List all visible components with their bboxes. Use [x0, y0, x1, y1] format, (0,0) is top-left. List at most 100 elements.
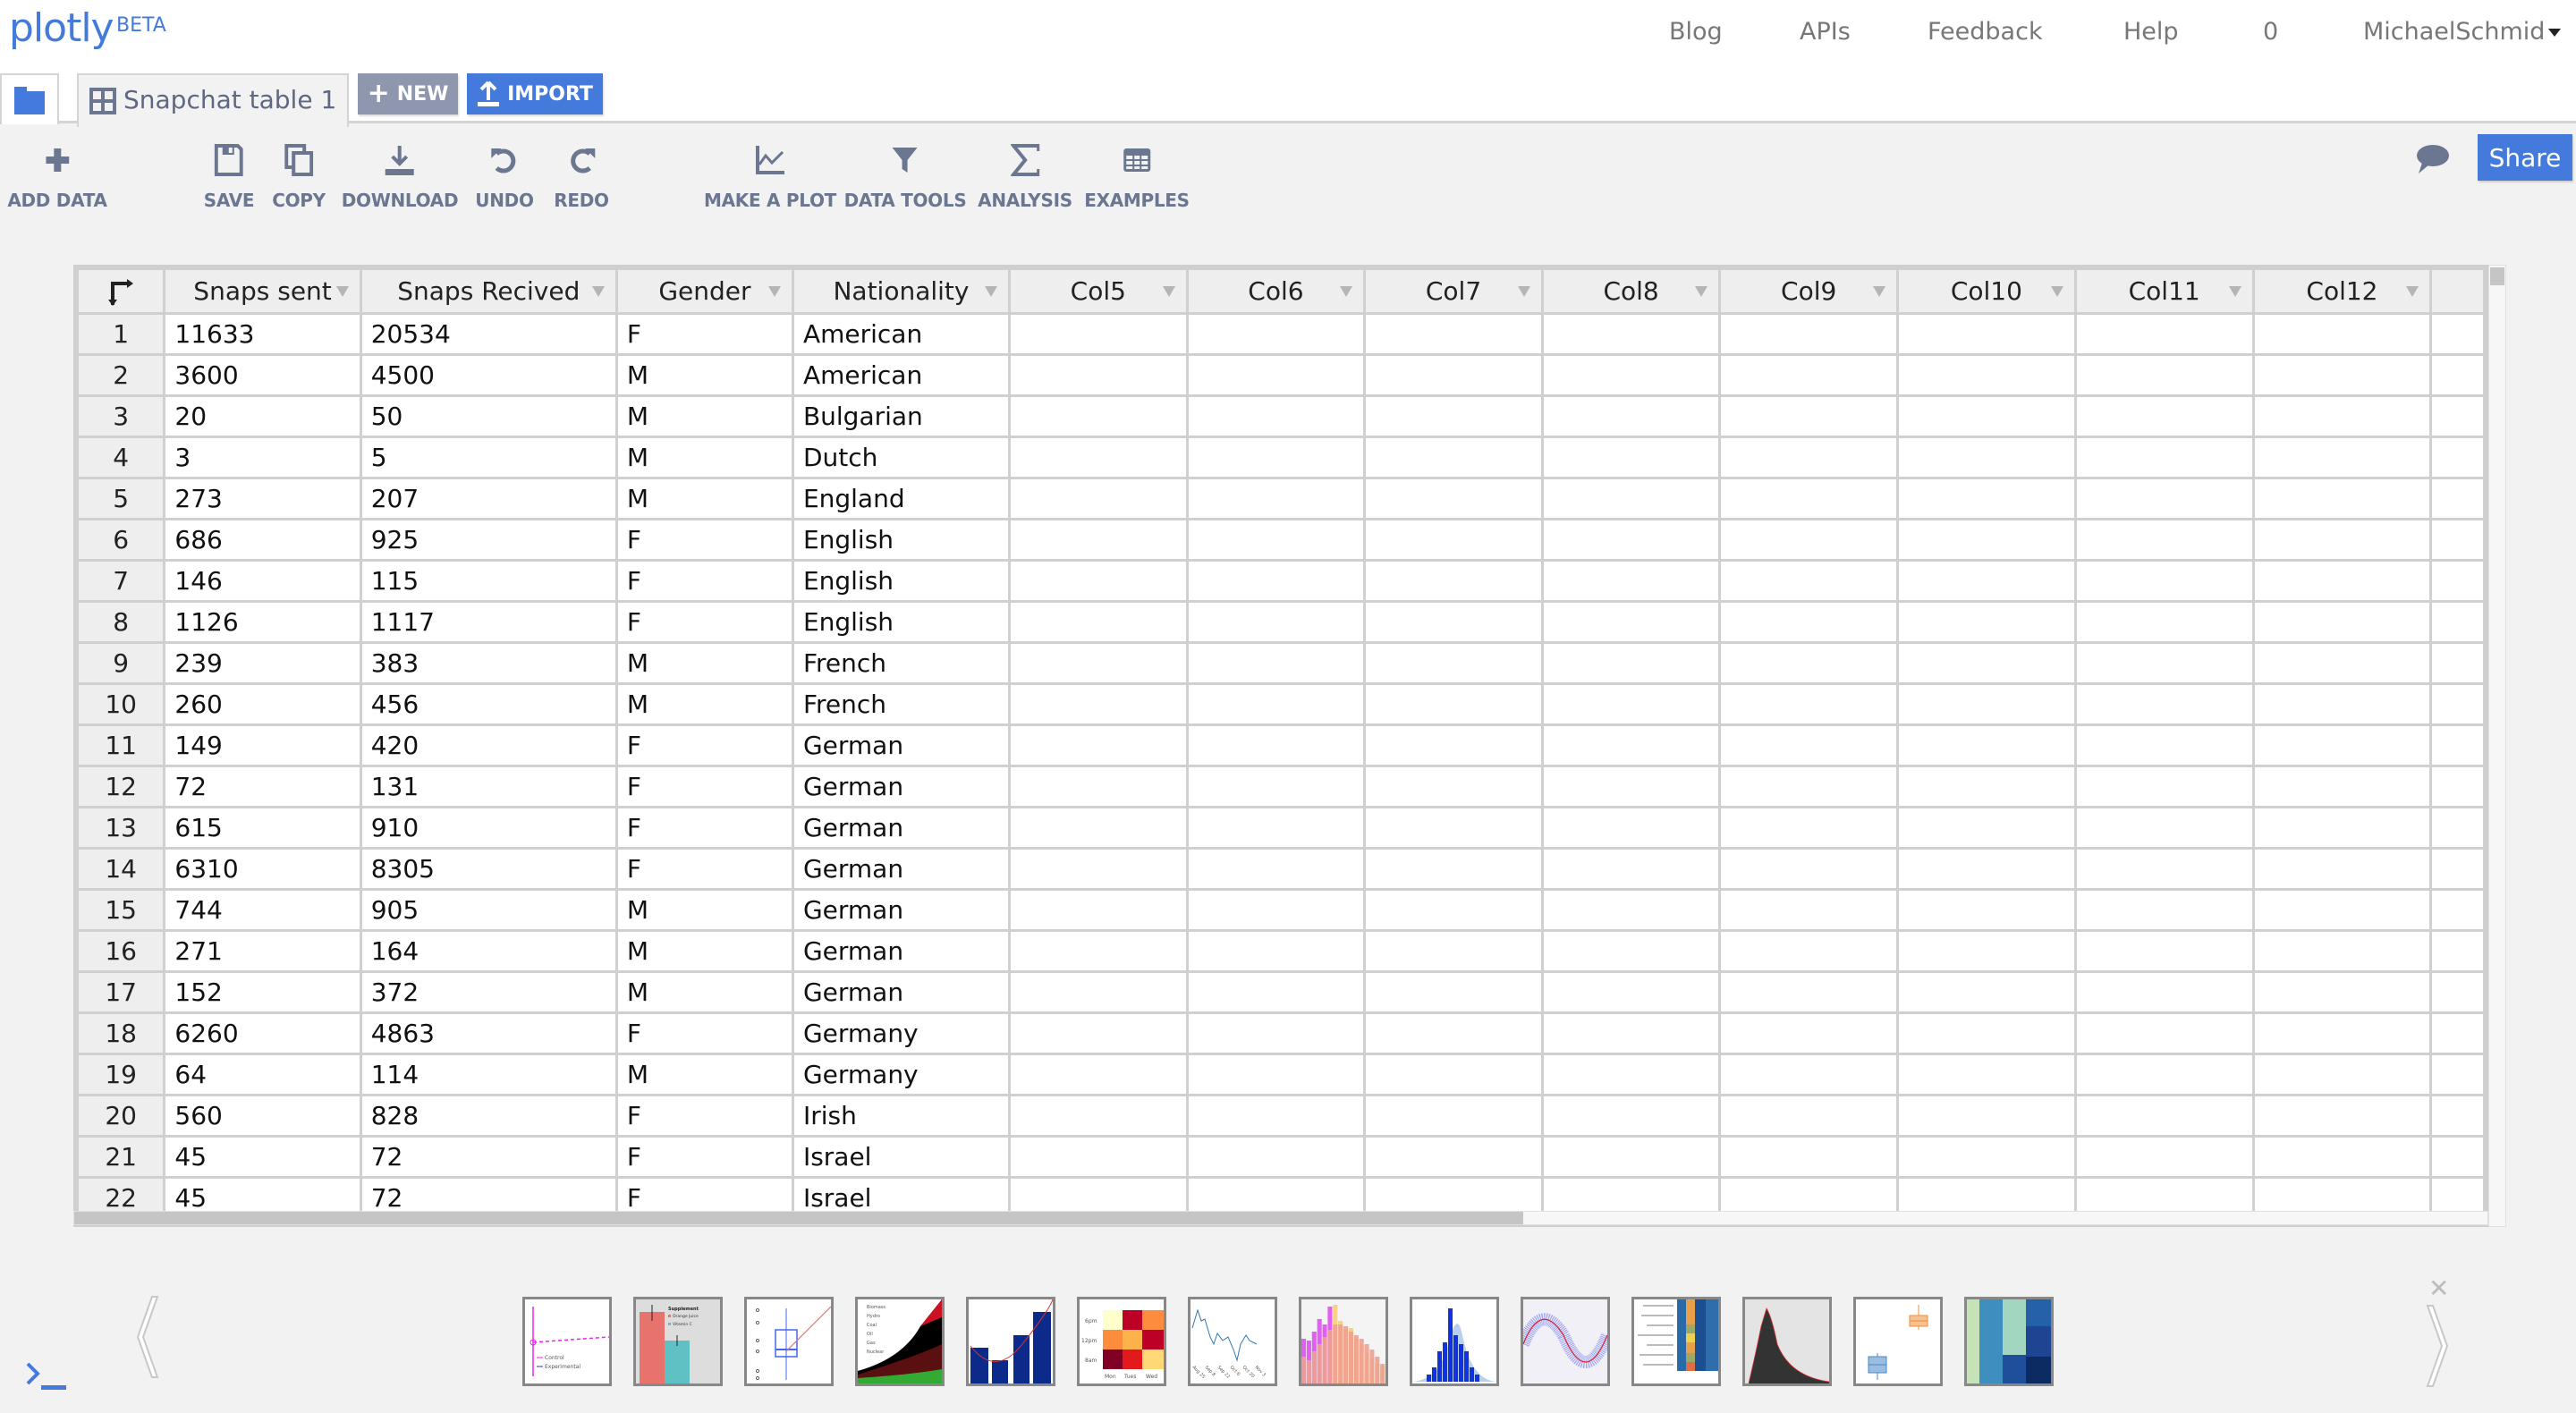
column-header[interactable]: Col11	[2073, 267, 2255, 315]
grid-cell[interactable]: Irish	[791, 1094, 1012, 1138]
grid-cell[interactable]	[1185, 929, 1367, 973]
grid-cell[interactable]: 6260	[163, 1011, 362, 1055]
grid-cell[interactable]	[1185, 682, 1367, 726]
grid-cell[interactable]: 910	[359, 806, 618, 850]
column-header[interactable]: Col5	[1008, 267, 1189, 315]
grid-cell[interactable]	[2429, 312, 2486, 356]
grid-cell[interactable]: 8305	[359, 847, 618, 891]
grid-cell[interactable]	[2251, 600, 2433, 644]
grid-cell[interactable]: M	[614, 888, 794, 932]
grid-cell[interactable]	[2251, 929, 2433, 973]
grid-cell[interactable]: M	[614, 682, 794, 726]
grid-cell[interactable]	[2251, 1135, 2433, 1179]
grid-cell[interactable]: 456	[359, 682, 618, 726]
column-menu-caret-icon[interactable]	[2228, 286, 2241, 297]
row-number[interactable]: 11	[76, 723, 166, 767]
column-header[interactable]: Snaps Recived	[359, 267, 618, 315]
share-button[interactable]: Share	[2478, 134, 2572, 181]
nav-feedback[interactable]: Feedback	[1928, 18, 2043, 46]
grid-cell[interactable]	[1363, 641, 1544, 685]
grid-cell[interactable]	[1895, 518, 2077, 562]
grid-cell[interactable]	[2251, 518, 2433, 562]
grid-cell[interactable]	[1008, 1011, 1189, 1055]
grid-cell[interactable]: German	[791, 970, 1012, 1014]
row-number[interactable]: 7	[76, 559, 166, 603]
grid-cell[interactable]	[1540, 970, 1722, 1014]
grid-cell[interactable]	[1895, 806, 2077, 850]
grid-cell[interactable]	[2073, 929, 2255, 973]
grid-cell[interactable]	[2073, 559, 2255, 603]
grid-cell[interactable]	[1185, 1053, 1367, 1096]
row-number[interactable]: 19	[76, 1053, 166, 1096]
copy-button[interactable]: COPY	[272, 140, 326, 211]
grid-cell[interactable]	[2073, 765, 2255, 808]
grid-cell[interactable]	[1718, 518, 1899, 562]
row-number[interactable]: 20	[76, 1094, 166, 1138]
row-number[interactable]: 17	[76, 970, 166, 1014]
grid-cell[interactable]	[2429, 353, 2486, 397]
grid-cell[interactable]	[1008, 723, 1189, 767]
column-menu-caret-icon[interactable]	[985, 286, 998, 297]
thumb-heatmap-days[interactable]: 6pm 12pm 8am Mon Tues Wed	[1077, 1297, 1166, 1386]
grid-cell[interactable]	[1718, 723, 1899, 767]
thumb-density-histogram[interactable]	[1742, 1297, 1832, 1386]
grid-cell[interactable]: 420	[359, 723, 618, 767]
grid-cell[interactable]	[1895, 600, 2077, 644]
grid-cell[interactable]: German	[791, 847, 1012, 891]
row-number[interactable]: 14	[76, 847, 166, 891]
grid-cell[interactable]	[1185, 970, 1367, 1014]
grid-cell[interactable]	[1895, 436, 2077, 479]
grid-cell[interactable]: German	[791, 765, 1012, 808]
new-button[interactable]: + NEW	[358, 73, 458, 114]
grid-cell[interactable]	[1718, 312, 1899, 356]
grid-cell[interactable]: German	[791, 929, 1012, 973]
grid-cell[interactable]: Dutch	[791, 436, 1012, 479]
grid-cell[interactable]	[2073, 970, 2255, 1014]
grid-cell[interactable]	[1363, 600, 1544, 644]
grid-cell[interactable]: 828	[359, 1094, 618, 1138]
grid-cell[interactable]	[1363, 765, 1544, 808]
grid-cell[interactable]	[1363, 436, 1544, 479]
comments-button[interactable]	[2415, 143, 2451, 179]
column-menu-caret-icon[interactable]	[1695, 286, 1708, 297]
grid-cell[interactable]	[2429, 806, 2486, 850]
grid-cell[interactable]: 45	[163, 1135, 362, 1179]
column-header[interactable]: Snaps sent	[163, 267, 362, 315]
undo-button[interactable]: UNDO	[475, 140, 534, 211]
grid-cell[interactable]: 273	[163, 477, 362, 520]
column-menu-caret-icon[interactable]	[2406, 286, 2419, 297]
grid-cell[interactable]: England	[791, 477, 1012, 520]
column-menu-caret-icon[interactable]	[2050, 286, 2063, 297]
grid-cell[interactable]: English	[791, 518, 1012, 562]
grid-cell[interactable]	[2251, 477, 2433, 520]
row-number[interactable]: 16	[76, 929, 166, 973]
grid-cell[interactable]	[2251, 1053, 2433, 1096]
column-header[interactable]: Col6	[1185, 267, 1367, 315]
grid-cell[interactable]	[2073, 1135, 2255, 1179]
grid-cell[interactable]: F	[614, 559, 794, 603]
grid-cell[interactable]	[2429, 929, 2486, 973]
grid-cell[interactable]	[1363, 477, 1544, 520]
grid-cell[interactable]: 20534	[359, 312, 618, 356]
grid-cell[interactable]	[1895, 312, 2077, 356]
grid-cell[interactable]	[1718, 1053, 1899, 1096]
data-tools-button[interactable]: DATA TOOLS	[844, 140, 967, 211]
grid-cell[interactable]	[2251, 436, 2433, 479]
thumb-sine-scatter[interactable]	[1521, 1297, 1610, 1386]
grid-cell[interactable]	[1540, 1094, 1722, 1138]
redo-button[interactable]: REDO	[554, 140, 609, 211]
grid-cell[interactable]	[1718, 682, 1899, 726]
row-number[interactable]: 12	[76, 765, 166, 808]
grid-cell[interactable]	[1540, 600, 1722, 644]
grid-cell[interactable]	[1718, 641, 1899, 685]
grid-cell[interactable]	[2429, 1135, 2486, 1179]
grid-cell[interactable]: 115	[359, 559, 618, 603]
grid-cell[interactable]	[2251, 353, 2433, 397]
grid-cell[interactable]	[2073, 806, 2255, 850]
grid-cell[interactable]	[1540, 1135, 1722, 1179]
grid-cell[interactable]	[1718, 477, 1899, 520]
grid-cell[interactable]	[1185, 723, 1367, 767]
corner-cell[interactable]	[76, 267, 166, 315]
grid-cell[interactable]: German	[791, 806, 1012, 850]
grid-cell[interactable]: 260	[163, 682, 362, 726]
